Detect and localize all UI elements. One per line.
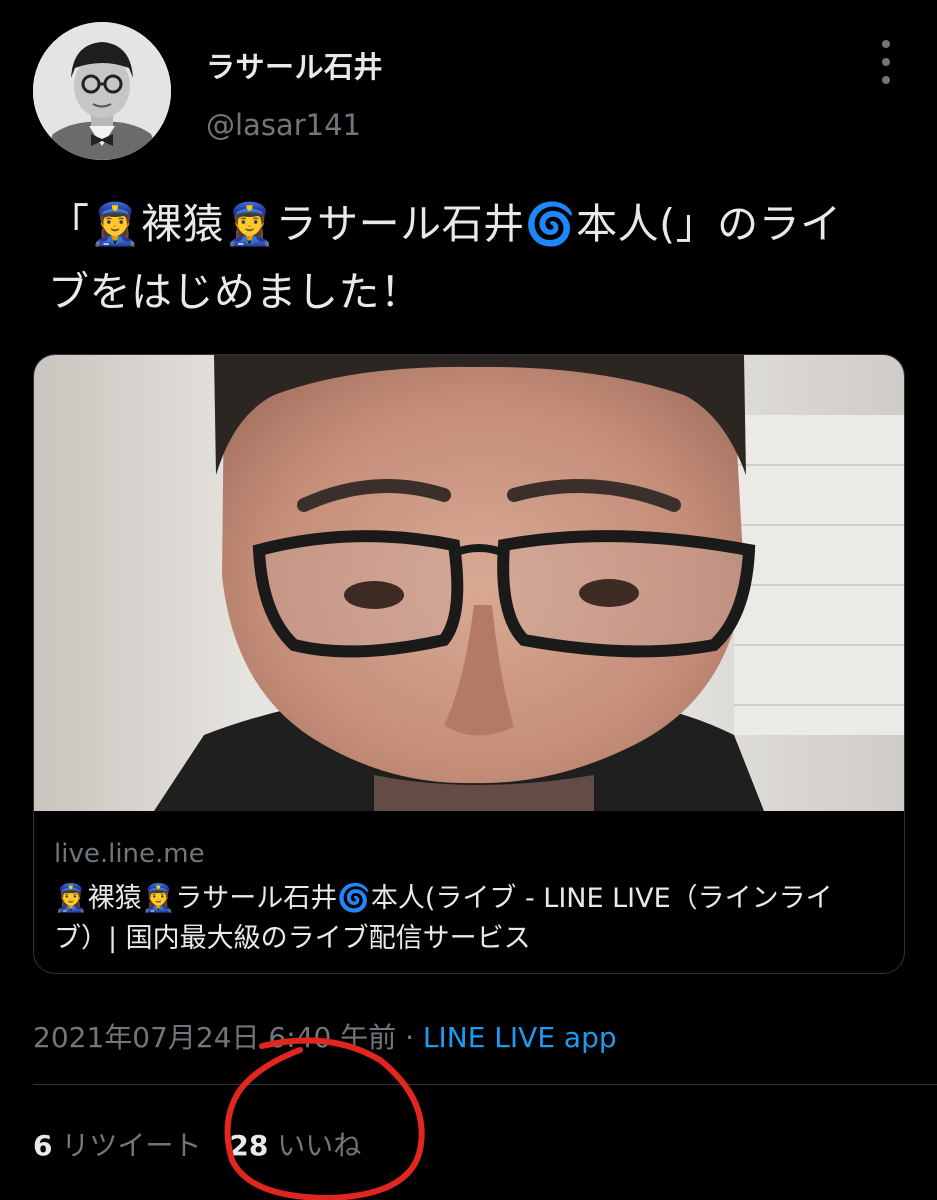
card-domain: live.line.me: [54, 839, 205, 869]
link-card[interactable]: live.line.me 👮‍♀️裸猿👮‍♀️ラサール石井🌀本人(ライブ - L…: [33, 354, 905, 974]
source-link[interactable]: LINE LIVE app: [423, 1021, 617, 1054]
tweet-text-line: 「👮‍♀️裸猿👮‍♀️ラサール石井🌀本人(」のライ: [48, 200, 842, 248]
retweet-count: 6: [33, 1129, 53, 1162]
tweet-text-line: ブをはじめました！: [48, 268, 422, 316]
like-count: 28: [229, 1129, 269, 1162]
retweets-stat[interactable]: 6 リツイート: [33, 1124, 201, 1164]
engagement-stats: 6 リツイート 28 いいね: [33, 1124, 361, 1164]
more-vertical-icon[interactable]: [866, 40, 906, 84]
tweet-text: 「👮‍♀️裸猿👮‍♀️ラサール石井🌀本人(」のライ ブをはじめました！: [48, 190, 908, 326]
display-name[interactable]: ラサール石井: [206, 44, 383, 86]
menu-dot: [882, 40, 890, 48]
menu-dot: [882, 76, 890, 84]
card-title: 👮‍♀️裸猿👮‍♀️ラサール石井🌀本人(ライブ - LINE LIVE（ラインラ…: [54, 883, 833, 954]
menu-dot: [882, 58, 890, 66]
user-handle[interactable]: @lasar141: [206, 108, 361, 142]
timestamp[interactable]: 2021年07月24日 6:40 午前: [33, 1021, 396, 1054]
avatar[interactable]: [33, 22, 171, 160]
likes-stat[interactable]: 28 いいね: [229, 1124, 361, 1164]
like-label: いいね: [277, 1129, 362, 1162]
divider: [33, 1084, 937, 1085]
tweet-meta: 2021年07月24日 6:40 午前 · LINE LIVE app: [33, 1016, 617, 1056]
card-thumbnail[interactable]: [34, 355, 904, 811]
meta-separator: ·: [396, 1021, 423, 1054]
retweet-label: リツイート: [61, 1129, 202, 1162]
